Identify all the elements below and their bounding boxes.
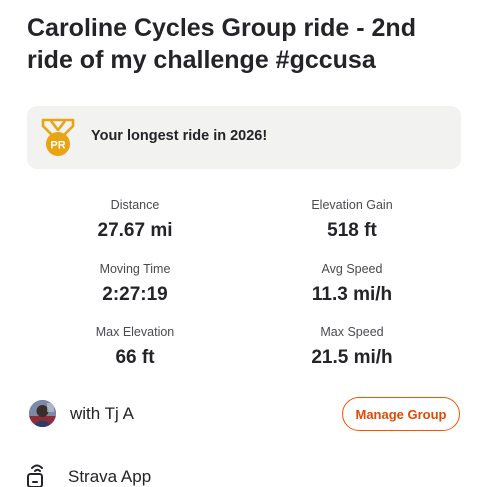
stat-moving-time: Moving Time 2:27:19 bbox=[35, 261, 235, 307]
stat-max-elevation: Max Elevation 66 ft bbox=[35, 324, 235, 370]
stat-label: Max Elevation bbox=[95, 325, 175, 339]
stat-value: 518 ft bbox=[327, 220, 377, 241]
stat-value: 11.3 mi/h bbox=[311, 284, 393, 305]
stat-elevation-gain: Elevation Gain 518 ft bbox=[252, 197, 452, 243]
pr-medal-icon: PR bbox=[41, 118, 75, 156]
achievement-text: Your longest ride in 2026! bbox=[91, 128, 268, 144]
stat-label: Distance bbox=[110, 198, 160, 212]
stat-max-speed: Max Speed 21.5 mi/h bbox=[252, 324, 452, 370]
stat-label: Moving Time bbox=[99, 262, 171, 276]
stat-label: Elevation Gain bbox=[311, 198, 393, 212]
group-members-text[interactable]: with Tj A bbox=[70, 404, 134, 424]
device-sync-icon bbox=[27, 464, 43, 487]
avatar-image bbox=[29, 400, 56, 427]
stat-distance: Distance 27.67 mi bbox=[35, 197, 235, 243]
stat-label: Avg Speed bbox=[321, 262, 383, 276]
manage-group-button[interactable]: Manage Group bbox=[342, 397, 460, 431]
stat-value: 27.67 mi bbox=[97, 220, 173, 241]
stat-avg-speed: Avg Speed 11.3 mi/h bbox=[252, 261, 452, 307]
device-name: Strava App bbox=[68, 467, 152, 486]
stat-value: 66 ft bbox=[115, 347, 155, 368]
achievement-card[interactable]: PR Your longest ride in 2026! bbox=[27, 106, 461, 169]
stat-value: 21.5 mi/h bbox=[311, 347, 393, 368]
avatar[interactable] bbox=[29, 400, 56, 427]
stat-label: Max Speed bbox=[320, 325, 384, 339]
activity-title: Caroline Cycles Group ride - 2nd ride of… bbox=[27, 14, 416, 74]
stat-value: 2:27:19 bbox=[102, 284, 168, 305]
pr-badge-text: PR bbox=[50, 140, 65, 152]
